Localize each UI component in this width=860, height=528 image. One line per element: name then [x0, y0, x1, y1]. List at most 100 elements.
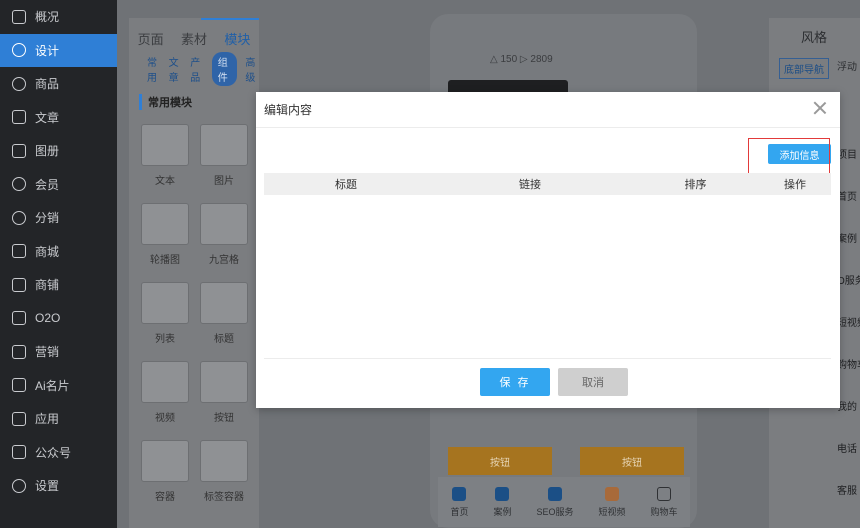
shop-icon: [12, 277, 26, 292]
module-panel: 页面 素材 模块 常用 文章 产品 组件 高级 常用模块 文本 图片 轮播图 九…: [129, 18, 259, 528]
container-module-icon: [141, 440, 189, 482]
subtab-article[interactable]: 文章: [169, 54, 183, 84]
subtab-product[interactable]: 产品: [190, 54, 204, 84]
nav-home[interactable]: 首页: [450, 486, 469, 518]
tab-floating[interactable]: 浮动: [837, 58, 857, 79]
carousel-module-icon: [141, 203, 189, 245]
module-tab-container[interactable]: 标签容器: [200, 440, 259, 503]
tab-pages[interactable]: 页面: [138, 29, 164, 48]
box-icon: [12, 76, 26, 91]
style-list-item[interactable]: 客服: [837, 482, 860, 524]
article-icon: [12, 110, 26, 125]
card-icon: [12, 378, 26, 393]
module-text[interactable]: 文本: [141, 124, 200, 187]
sidebar-item-label: 设置: [35, 479, 60, 494]
sidebar-item-label: Ai名片: [35, 378, 70, 393]
phone-bottom-nav: 首页 案例 SEO服务 短视频 购物车: [438, 477, 690, 527]
sidebar-item-articles[interactable]: 文章: [0, 101, 117, 135]
style-list-item[interactable]: 电话: [837, 440, 860, 482]
sidebar-item-ai-card[interactable]: Ai名片: [0, 369, 117, 403]
phone-button-right[interactable]: 按钮: [580, 447, 684, 475]
close-icon[interactable]: [812, 100, 828, 116]
column-title: 标题: [335, 179, 357, 191]
sidebar-item-label: 商品: [35, 77, 60, 92]
nav-label: 首页: [450, 506, 469, 517]
edit-content-dialog: 编辑内容 添加信息 标题 链接 排序 操作 保 存 取消: [256, 92, 840, 408]
cancel-button[interactable]: 取消: [558, 368, 628, 396]
chart-icon: [12, 9, 26, 24]
module-image[interactable]: 图片: [200, 124, 259, 187]
video-module-icon: [141, 361, 189, 403]
seo-icon: [547, 486, 562, 501]
marketing-icon: [12, 344, 26, 359]
share-icon: [12, 210, 26, 225]
sidebar-item-apps[interactable]: 应用: [0, 402, 117, 436]
sidebar-item-label: 公众号: [35, 445, 72, 460]
style-list-item[interactable]: 购物车: [837, 356, 860, 398]
active-tab-indicator: [201, 18, 259, 20]
module-label: 九宫格: [209, 255, 239, 266]
sidebar-item-label: 营销: [35, 345, 60, 360]
column-sort: 排序: [684, 179, 707, 191]
nav-cart[interactable]: 购物车: [650, 486, 678, 518]
nav-seo[interactable]: SEO服务: [536, 486, 574, 518]
style-list-item[interactable]: 案例: [837, 230, 860, 272]
module-label: 图片: [214, 176, 234, 187]
tab-bottom-nav[interactable]: 底部导航: [779, 58, 829, 79]
sidebar-item-wechat[interactable]: 公众号: [0, 436, 117, 470]
subtab-common[interactable]: 常用: [147, 54, 161, 84]
subtab-advanced[interactable]: 高级: [245, 54, 259, 84]
add-info-button[interactable]: 添加信息: [768, 144, 831, 164]
module-list[interactable]: 列表: [141, 282, 200, 345]
module-label: 按钮: [214, 413, 234, 424]
gear-icon: [12, 478, 26, 493]
sidebar-item-o2o[interactable]: O2O: [0, 302, 117, 336]
sidebar-item-label: 分销: [35, 211, 60, 226]
module-heading[interactable]: 标题: [200, 282, 259, 345]
module-panel-tabs: 页面 素材 模块: [129, 18, 259, 58]
sidebar-item-album[interactable]: 图册: [0, 134, 117, 168]
sidebar-item-distribution[interactable]: 分销: [0, 201, 117, 235]
sidebar-item-design[interactable]: 设计: [0, 33, 117, 67]
divider: [264, 358, 831, 359]
style-list-item[interactable]: 首页: [837, 188, 860, 230]
case-icon: [495, 486, 510, 501]
sidebar-item-members[interactable]: 会员: [0, 168, 117, 202]
dialog-title: 编辑内容: [256, 92, 840, 128]
nav-label: SEO服务: [536, 506, 574, 517]
sidebar-item-marketing[interactable]: 营销: [0, 335, 117, 369]
style-list-item[interactable]: O服务: [837, 272, 860, 314]
tab-modules[interactable]: 模块: [224, 29, 250, 48]
module-grid: 文本 图片 轮播图 九宫格 列表 标题 视频 按钮 容器 标签容器: [129, 110, 259, 503]
sidebar-item-products[interactable]: 商品: [0, 67, 117, 101]
style-list-item[interactable]: 项目: [837, 146, 860, 188]
sidebar-item-label: 设计: [35, 43, 60, 58]
nav-label: 购物车: [650, 506, 678, 517]
style-list-item[interactable]: 我的: [837, 398, 860, 440]
list-module-icon: [141, 282, 189, 324]
sidebar-item-label: 概况: [35, 10, 60, 25]
button-module-icon: [200, 361, 248, 403]
module-button[interactable]: 按钮: [200, 361, 259, 424]
nav-shortvideo[interactable]: 短视频: [598, 486, 626, 518]
phone-stats: △ 150 ▷ 2809: [490, 54, 553, 65]
tab-materials[interactable]: 素材: [181, 29, 207, 48]
image-module-icon: [200, 124, 248, 166]
user-icon: [12, 177, 26, 192]
module-container[interactable]: 容器: [141, 440, 200, 503]
module-video[interactable]: 视频: [141, 361, 200, 424]
sidebar-item-mall[interactable]: 商城: [0, 235, 117, 269]
heading-module-icon: [200, 282, 248, 324]
sidebar-item-label: 商铺: [35, 278, 60, 293]
home-icon: [452, 486, 467, 501]
sidebar-item-overview[interactable]: 概况: [0, 0, 117, 34]
module-carousel[interactable]: 轮播图: [141, 203, 200, 266]
save-button[interactable]: 保 存: [480, 368, 550, 396]
sidebar-item-settings[interactable]: 设置: [0, 469, 117, 503]
module-grid-nine[interactable]: 九宫格: [200, 203, 259, 266]
style-list-item[interactable]: 短视频: [837, 314, 860, 356]
nav-cases[interactable]: 案例: [493, 486, 512, 518]
album-icon: [12, 143, 26, 158]
phone-button-left[interactable]: 按钮: [448, 447, 552, 475]
sidebar-item-shop[interactable]: 商铺: [0, 268, 117, 302]
